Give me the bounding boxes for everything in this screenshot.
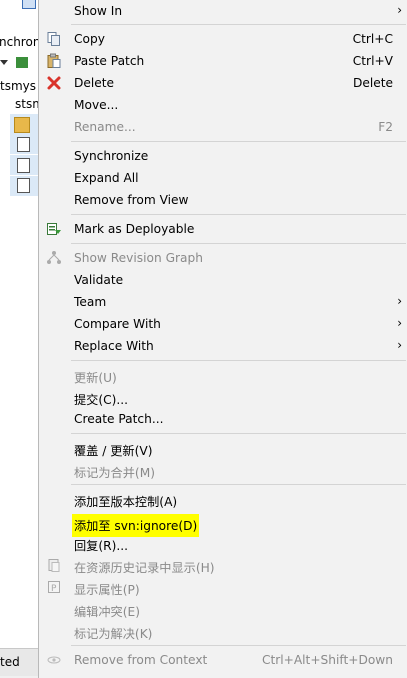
menu-separator: [71, 141, 406, 142]
background-text-1: nchroni: [0, 35, 40, 49]
status-text: ted: [0, 655, 20, 669]
menu-separator: [71, 360, 406, 361]
menu-item-remove-from-context[interactable]: Remove from Context Ctrl+Alt+Shift+Down: [39, 649, 407, 671]
menu-item-replace-with[interactable]: Replace With ›: [39, 335, 407, 357]
menu-item-shortcut: Ctrl+Alt+Shift+Down: [261, 653, 393, 667]
menu-separator: [71, 433, 406, 434]
menu-item-label: Show Revision Graph: [74, 251, 203, 265]
menu-item-commit[interactable]: 提交(C)...: [39, 386, 407, 408]
menu-item-add-to-version-control[interactable]: 添加至版本控制(A): [39, 488, 407, 510]
menu-item-label: Remove from Context: [74, 653, 208, 667]
menu-item-update[interactable]: 更新(U): [39, 364, 407, 386]
dropdown-icon: [0, 60, 8, 65]
xml-file-icon: [17, 137, 30, 152]
menu-item-shortcut: Delete: [352, 76, 393, 90]
menu-separator: [71, 214, 406, 215]
copy-icon: [46, 31, 62, 47]
menu-item-mark-as-deployable[interactable]: Mark as Deployable: [39, 218, 407, 240]
menu-separator: [71, 645, 406, 646]
properties-icon: P: [46, 579, 62, 595]
menu-item-label: 显示属性(P): [74, 583, 140, 597]
menu-item-create-patch[interactable]: Create Patch...: [39, 408, 407, 430]
menu-item-compare-with[interactable]: Compare With ›: [39, 313, 407, 335]
menu-item-move[interactable]: Move...: [39, 94, 407, 116]
delete-icon: [46, 75, 62, 91]
menu-item-shortcut: Ctrl+C: [352, 32, 393, 46]
menu-item-label: 覆盖 / 更新(V): [74, 444, 153, 458]
menu-item-show-revision-graph[interactable]: Show Revision Graph: [39, 247, 407, 269]
menu-item-label: 回复(R)...: [74, 539, 128, 553]
menu-item-rename[interactable]: Rename... F2: [39, 116, 407, 138]
background-text-2: tsmys: [0, 79, 36, 93]
menu-item-label: Remove from View: [74, 193, 189, 207]
menu-item-show-properties[interactable]: P 显示属性(P): [39, 576, 407, 598]
menu-item-label: 标记为解决(K): [74, 627, 153, 641]
menu-item-team[interactable]: Team ›: [39, 291, 407, 313]
svg-text:P: P: [51, 584, 57, 594]
paste-icon: [46, 53, 62, 69]
toolbar-icon: [22, 0, 36, 9]
menu-item-label: Synchronize: [74, 149, 149, 163]
revision-graph-icon: [46, 250, 62, 266]
menu-item-paste-patch[interactable]: Paste Patch Ctrl+V: [39, 50, 407, 72]
menu-item-label: 提交(C)...: [74, 393, 129, 407]
menu-item-remove-from-view[interactable]: Remove from View: [39, 189, 407, 211]
menu-item-validate[interactable]: Validate: [39, 269, 407, 291]
menu-item-synchronize[interactable]: Synchronize: [39, 145, 407, 167]
menu-item-label: Show In: [74, 4, 123, 18]
menu-item-label: 在资源历史记录中显示(H): [74, 561, 215, 575]
submenu-arrow-icon: ›: [397, 294, 402, 308]
menu-item-label: Mark as Deployable: [74, 222, 195, 236]
menu-item-label: Compare With: [74, 317, 161, 331]
background-text-3: stsm: [15, 97, 40, 111]
menu-item-edit-conflicts[interactable]: 编辑冲突(E): [39, 598, 407, 620]
deploy-icon: [46, 221, 62, 237]
history-icon: [46, 557, 62, 573]
menu-item-label: 更新(U): [74, 371, 117, 385]
menu-separator: [71, 484, 406, 485]
menu-item-show-in[interactable]: Show In ›: [39, 0, 407, 22]
menu-item-label: Rename...: [74, 120, 136, 134]
menu-separator: [71, 24, 406, 25]
menu-item-label: Create Patch...: [74, 412, 164, 426]
menu-item-show-in-history[interactable]: 在资源历史记录中显示(H): [39, 554, 407, 576]
menu-item-label: Replace With: [74, 339, 154, 353]
menu-item-override-update[interactable]: 覆盖 / 更新(V): [39, 437, 407, 459]
submenu-arrow-icon: ›: [397, 316, 402, 330]
menu-item-expand-all[interactable]: Expand All: [39, 167, 407, 189]
menu-item-label: Copy: [74, 32, 105, 46]
menu-item-label: Move...: [74, 98, 119, 112]
menu-item-label: 标记为合并(M): [74, 466, 155, 480]
submenu-arrow-icon: ›: [397, 338, 402, 352]
menu-item-label: Expand All: [74, 171, 139, 185]
remove-context-icon: [46, 652, 62, 668]
menu-item-shortcut: Ctrl+V: [352, 54, 393, 68]
folder-icon: [14, 117, 30, 133]
menu-item-label: Validate: [74, 273, 124, 287]
menu-item-label: 编辑冲突(E): [74, 605, 140, 619]
menu-separator: [71, 243, 406, 244]
menu-item-shortcut: F2: [378, 120, 393, 134]
file-icon: [17, 178, 30, 193]
menu-item-label: 添加至版本控制(A): [74, 495, 178, 509]
menu-item-revert[interactable]: 回复(R)...: [39, 532, 407, 554]
menu-item-label: Paste Patch: [74, 54, 145, 68]
menu-item-mark-merged[interactable]: 标记为合并(M): [39, 459, 407, 481]
menu-item-label: Team: [74, 295, 107, 309]
submenu-arrow-icon: ›: [397, 3, 402, 17]
menu-item-copy[interactable]: Copy Ctrl+C: [39, 28, 407, 50]
menu-item-mark-resolved[interactable]: 标记为解决(K): [39, 620, 407, 642]
status-bar: ted: [0, 648, 40, 676]
context-menu: Show In › Copy Ctrl+C Paste Patch Ctrl+V Delet…: [38, 0, 407, 678]
menu-item-label: Delete: [74, 76, 115, 90]
menu-item-add-to-svn-ignore[interactable]: 添加至 svn:ignore(D): [39, 510, 407, 537]
edit-icon: [16, 57, 28, 68]
menu-item-delete[interactable]: Delete Delete: [39, 72, 407, 94]
xml-file-icon: [17, 158, 30, 173]
background-view: nchroni tsmys stsm ted: [0, 0, 40, 676]
